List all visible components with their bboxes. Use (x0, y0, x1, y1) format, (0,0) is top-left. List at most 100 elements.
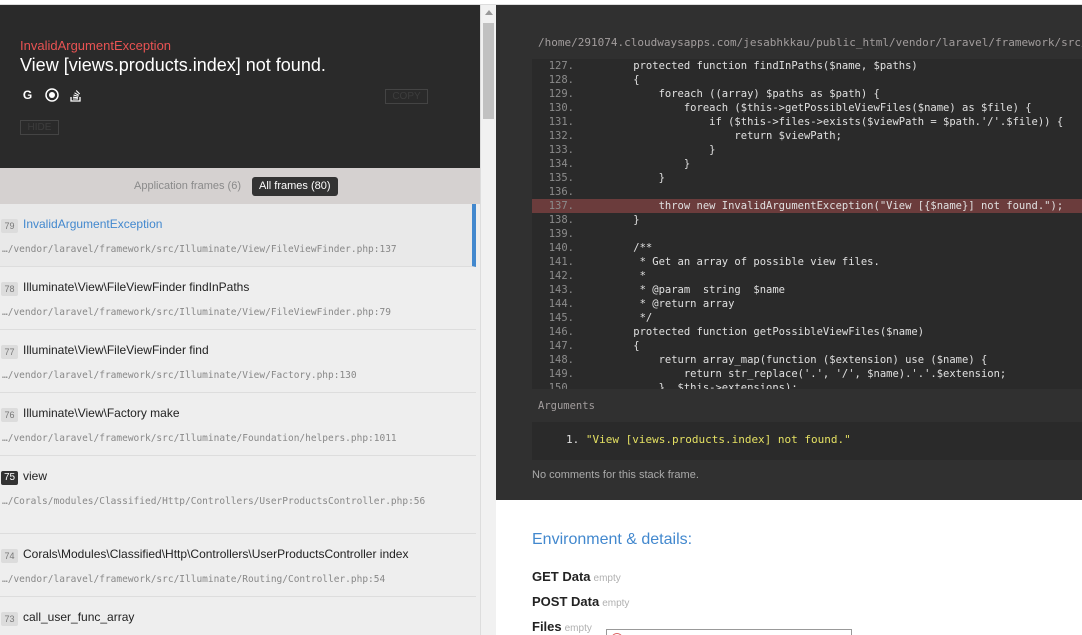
line-code: } (608, 144, 716, 156)
frame-class: Illuminate\View\FileViewFinder findInPat… (23, 280, 250, 294)
line-number: 144. (548, 298, 574, 310)
line-number: 148. (548, 354, 574, 366)
code-panel: /home/291074.cloudwaysapps.com/jesabhkka… (496, 5, 1082, 500)
code-line: 132. return $viewPath; (532, 129, 1082, 143)
frame-filepath: /home/291074.cloudwaysapps.com/jesabhkka… (538, 36, 1082, 49)
stack-frame[interactable]: 79 InvalidArgumentException …/vendor/lar… (0, 204, 476, 267)
frame-filters: Application frames (6) All frames (80) (0, 168, 480, 204)
line-code: return $viewPath; (608, 130, 842, 142)
argument-index: 1. (566, 433, 580, 446)
search-links: G (20, 87, 83, 102)
frame-class: Corals\Modules\Classified\Http\Controlle… (23, 547, 409, 561)
line-number: 141. (548, 256, 574, 268)
line-code: if ($this->files->exists($viewPath = $pa… (608, 116, 1064, 128)
code-line: 131. if ($this->files->exists($viewPath … (532, 115, 1082, 129)
frame-number: 76 (1, 408, 18, 422)
floating-popup[interactable] (606, 629, 852, 635)
get-data-label: GET Data (532, 569, 591, 584)
code-line: 143. * @param string $name (532, 283, 1082, 297)
stack-frames-panel: InvalidArgumentException View [views.pro… (0, 5, 480, 635)
details-panel: /home/291074.cloudwaysapps.com/jesabhkka… (496, 5, 1082, 635)
stack-frame[interactable]: 74 Corals\Modules\Classified\Http\Contro… (0, 534, 476, 597)
frame-class: call_user_func_array (23, 610, 135, 624)
line-number: 140. (548, 242, 574, 254)
scroll-up-arrow-icon[interactable] (485, 10, 493, 15)
line-code: } (608, 214, 640, 226)
frame-file: …/vendor/laravel/framework/src/Illuminat… (2, 244, 397, 255)
line-number: 138. (548, 214, 574, 226)
exception-class: InvalidArgumentException (20, 38, 172, 53)
line-code: foreach ($this->getPossibleViewFiles($na… (608, 102, 1032, 114)
line-code: } (608, 158, 691, 170)
exception-header: InvalidArgumentException View [views.pro… (0, 5, 480, 168)
line-number: 136. (548, 186, 574, 198)
argument-item: 1. "View [views.products.index] not foun… (566, 433, 851, 446)
line-number: 130. (548, 102, 574, 114)
hide-button[interactable]: HIDE (20, 120, 59, 135)
code-line: 148. return array_map(function ($extensi… (532, 353, 1082, 367)
google-icon[interactable]: G (20, 87, 35, 102)
line-number: 143. (548, 284, 574, 296)
line-number: 145. (548, 312, 574, 324)
line-number: 142. (548, 270, 574, 282)
code-snippet: 127. protected function findInPaths($nam… (532, 59, 1082, 389)
line-number: 149. (548, 368, 574, 380)
line-number: 127. (548, 60, 574, 72)
code-line: 139. (532, 227, 1082, 241)
code-line: 134. } (532, 157, 1082, 171)
line-code: } (608, 172, 665, 184)
line-code: protected function findInPaths($name, $p… (608, 60, 918, 72)
arguments-box: 1. "View [views.products.index] not foun… (532, 422, 1082, 460)
frame-file: …/vendor/laravel/framework/src/Illuminat… (2, 574, 386, 585)
line-number: 134. (548, 158, 574, 170)
files-row: Files empty (532, 619, 592, 634)
application-frames-tab[interactable]: Application frames (6) (127, 177, 248, 196)
stack-frame[interactable]: 77 Illuminate\View\FileViewFinder find …… (0, 330, 476, 393)
line-code: return array_map(function ($extension) u… (608, 354, 988, 366)
line-number: 146. (548, 326, 574, 338)
stack-frame[interactable]: 75 view …/Corals/modules/Classified/Http… (0, 456, 476, 534)
line-number: 128. (548, 74, 574, 86)
line-code: * Get an array of possible view files. (608, 256, 880, 268)
frames-scrollbar[interactable] (480, 5, 496, 635)
code-line: 138. } (532, 213, 1082, 227)
files-label: Files (532, 619, 562, 634)
duckduckgo-icon[interactable] (44, 87, 59, 102)
line-code: }, $this->extensions); (608, 382, 798, 389)
stack-frame[interactable]: 73 call_user_func_array (0, 597, 476, 635)
all-frames-tab[interactable]: All frames (80) (252, 177, 338, 196)
copy-button[interactable]: COPY (385, 89, 428, 104)
arguments-label: Arguments (538, 400, 595, 412)
stack-frame[interactable]: 76 Illuminate\View\Factory make …/vendor… (0, 393, 476, 456)
frame-file: …/vendor/laravel/framework/src/Illuminat… (2, 307, 391, 318)
stack-frame[interactable]: 78 Illuminate\View\FileViewFinder findIn… (0, 267, 476, 330)
line-code: foreach ((array) $paths as $path) { (608, 88, 880, 100)
frame-number: 78 (1, 282, 18, 296)
stackoverflow-icon[interactable] (68, 87, 83, 102)
code-line: 144. * @return array (532, 297, 1082, 311)
scroll-thumb[interactable] (483, 23, 494, 119)
code-line: 129. foreach ((array) $paths as $path) { (532, 87, 1082, 101)
post-data-empty: empty (602, 598, 630, 609)
line-code: { (608, 74, 640, 86)
post-data-row: POST Data empty (532, 594, 629, 609)
line-code: * @param string $name (608, 284, 786, 296)
line-code: * @return array (608, 298, 735, 310)
line-code: return str_replace('.', '/', $name).'.'.… (608, 368, 1007, 380)
code-line: 141. * Get an array of possible view fil… (532, 255, 1082, 269)
line-code: /** (608, 242, 653, 254)
line-code: */ (608, 312, 653, 324)
code-line: 133. } (532, 143, 1082, 157)
line-number: 129. (548, 88, 574, 100)
files-empty: empty (564, 623, 592, 634)
code-line: 145. */ (532, 311, 1082, 325)
frames-list: 79 InvalidArgumentException …/vendor/lar… (0, 204, 476, 635)
environment-title: Environment & details: (532, 531, 693, 548)
frame-file: …/vendor/laravel/framework/src/Illuminat… (2, 370, 357, 381)
line-code: * (608, 270, 646, 282)
line-code: protected function getPossibleViewFiles(… (608, 326, 925, 338)
frame-class: Illuminate\View\FileViewFinder find (23, 343, 209, 357)
line-number: 150. (548, 382, 574, 389)
line-number: 147. (548, 340, 574, 352)
line-number: 132. (548, 130, 574, 142)
